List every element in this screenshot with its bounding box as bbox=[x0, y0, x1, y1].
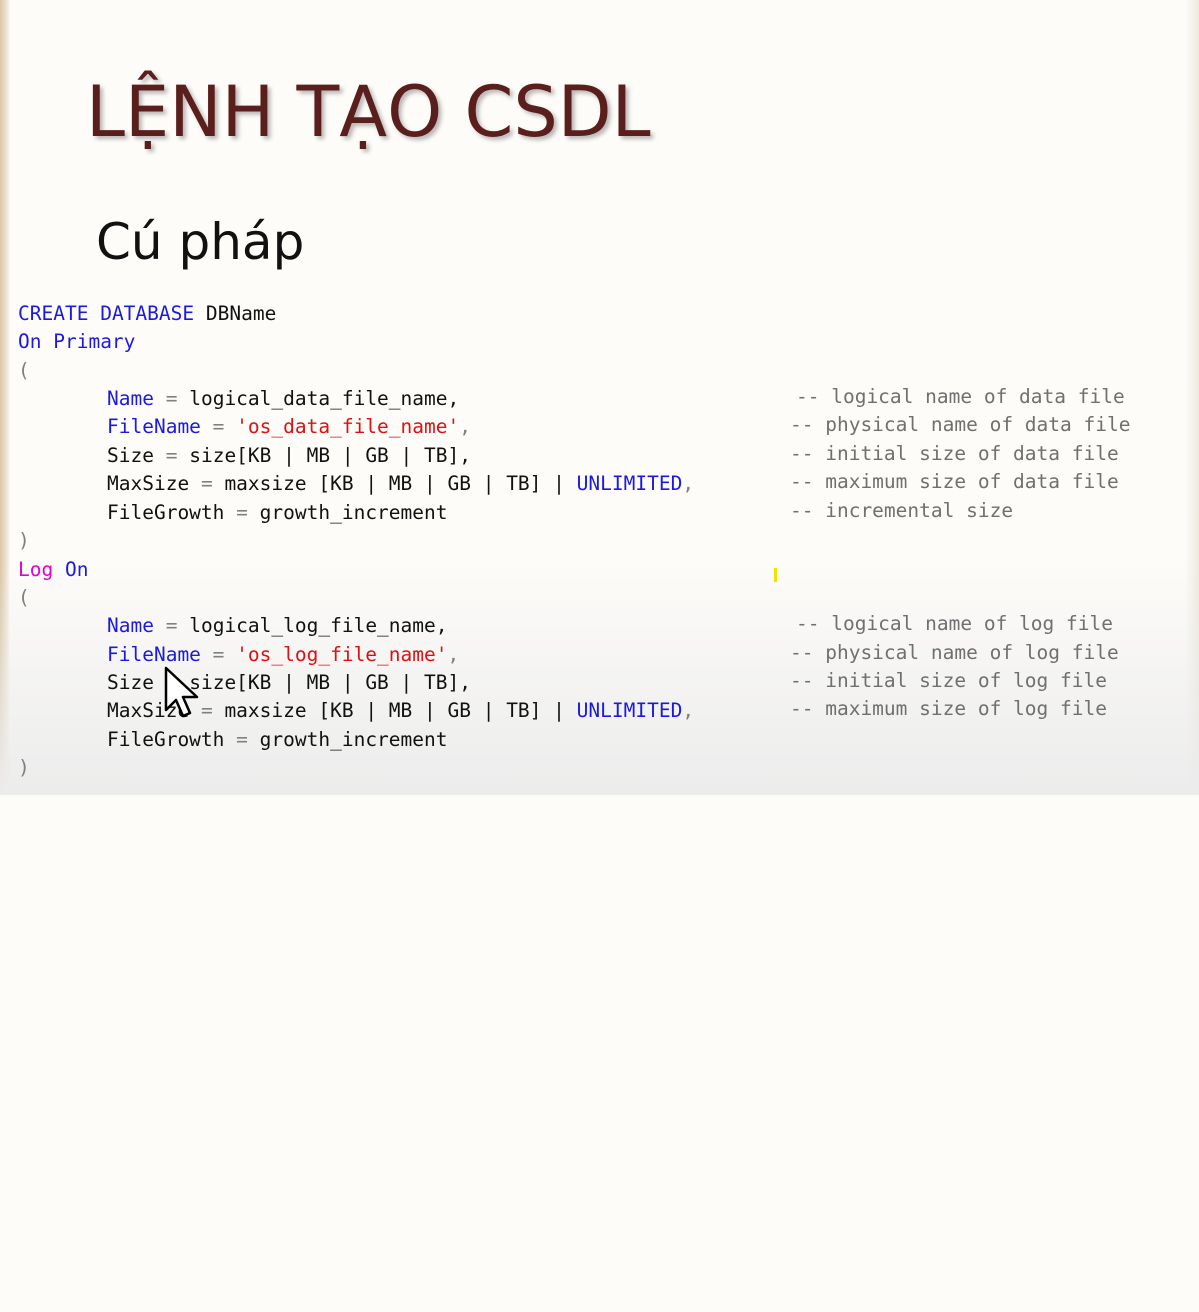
close-paren: ) bbox=[18, 529, 30, 552]
mouse-pointer-icon bbox=[164, 666, 199, 718]
keyword-size: Size bbox=[107, 444, 154, 467]
keyword-log: Log bbox=[18, 558, 54, 581]
code-line-data-name: Name = logical_data_file_name, bbox=[107, 387, 460, 410]
sql-code-block: CREATE DATABASE DBName On Primary ( Name… bbox=[18, 300, 1188, 1312]
code-line-data-maxsize: MaxSize = maxsize [KB | MB | GB | TB] | … bbox=[107, 472, 695, 495]
comment-log-size: -- initial size of log file bbox=[790, 669, 1107, 692]
log-filename-string: 'os_log_file_name' bbox=[236, 643, 448, 666]
close-paren: ) bbox=[18, 756, 30, 779]
keyword-unlimited: UNLIMITED bbox=[576, 699, 683, 722]
comment-log-maxsize: -- maximum size of log file bbox=[790, 697, 1107, 720]
keyword-filegrowth: FileGrowth bbox=[107, 728, 225, 751]
code-line-log-size: Size = size[KB | MB | GB | TB], bbox=[18, 669, 471, 697]
comment-data-growth: -- incremental size bbox=[790, 499, 1014, 522]
data-name-value: logical_data_file_name, bbox=[189, 387, 460, 410]
code-line-open-paren-log: ( bbox=[18, 584, 30, 612]
data-maxsize-value: maxsize [KB | MB | GB | TB] | bbox=[224, 472, 565, 495]
data-filename-string: 'os_data_file_name' bbox=[236, 415, 460, 438]
code-line-log-on: Log On bbox=[18, 556, 88, 584]
keyword-filegrowth: FileGrowth bbox=[107, 501, 225, 524]
keyword-create: CREATE bbox=[18, 302, 89, 325]
open-paren: ( bbox=[18, 586, 30, 609]
comment-data-size: -- initial size of data file bbox=[790, 442, 1119, 465]
keyword-name: Name bbox=[107, 387, 154, 410]
code-line-open-paren: ( bbox=[18, 357, 30, 385]
code-line-data-filegrowth: FileGrowth = growth_increment bbox=[107, 501, 448, 524]
code-line-create-database: CREATE DATABASE DBName bbox=[18, 300, 276, 328]
comment-log-name: -- logical name of log file bbox=[796, 612, 1113, 635]
keyword-on: On bbox=[18, 330, 42, 353]
text-cursor-marker bbox=[774, 568, 777, 582]
keyword-maxsize: MaxSize bbox=[107, 472, 190, 495]
log-size-value: size[KB | MB | GB | TB], bbox=[189, 671, 471, 694]
keyword-size: Size bbox=[107, 671, 154, 694]
code-line-data-filename: FileName = 'os_data_file_name', bbox=[107, 415, 471, 438]
log-growth-value: growth_increment bbox=[259, 728, 448, 751]
code-line-log-filegrowth: FileGrowth = growth_increment bbox=[107, 728, 448, 751]
log-name-value: logical_log_file_name, bbox=[189, 614, 448, 637]
comment-data-filename: -- physical name of data file bbox=[790, 413, 1131, 436]
data-size-value: size[KB | MB | GB | TB], bbox=[189, 444, 471, 467]
keyword-unlimited: UNLIMITED bbox=[576, 472, 683, 495]
keyword-primary: Primary bbox=[53, 330, 136, 353]
slide-subtitle: Cú pháp bbox=[96, 213, 305, 271]
open-paren: ( bbox=[18, 359, 30, 382]
code-line-data-size: Size = size[KB | MB | GB | TB], bbox=[107, 444, 471, 467]
keyword-database: DATABASE bbox=[100, 302, 195, 325]
code-line-close-paren: ) bbox=[18, 527, 30, 555]
comment-data-name: -- logical name of data file bbox=[796, 385, 1125, 408]
log-maxsize-value: maxsize [KB | MB | GB | TB] | bbox=[224, 699, 565, 722]
slide-title: LỆNH TẠO CSDL bbox=[86, 71, 651, 153]
keyword-filename: FileName bbox=[107, 643, 201, 666]
comment-log-filename: -- physical name of log file bbox=[790, 641, 1119, 664]
data-growth-value: growth_increment bbox=[259, 501, 448, 524]
keyword-log-on: On bbox=[64, 558, 89, 581]
code-line-close-paren-log: ) bbox=[18, 754, 30, 782]
keyword-name: Name bbox=[107, 614, 154, 637]
code-line-log-name: Name = logical_log_file_name, bbox=[107, 614, 448, 637]
keyword-filename: FileName bbox=[107, 415, 201, 438]
database-name: DBName bbox=[205, 302, 277, 325]
code-line-log-maxsize: MaxSize = maxsize [KB | MB | GB | TB] | … bbox=[107, 699, 695, 722]
code-line-log-filename: FileName = 'os_log_file_name', bbox=[107, 643, 460, 666]
code-line-on-primary: On Primary bbox=[18, 328, 135, 356]
comment-data-maxsize: -- maximum size of data file bbox=[790, 470, 1119, 493]
